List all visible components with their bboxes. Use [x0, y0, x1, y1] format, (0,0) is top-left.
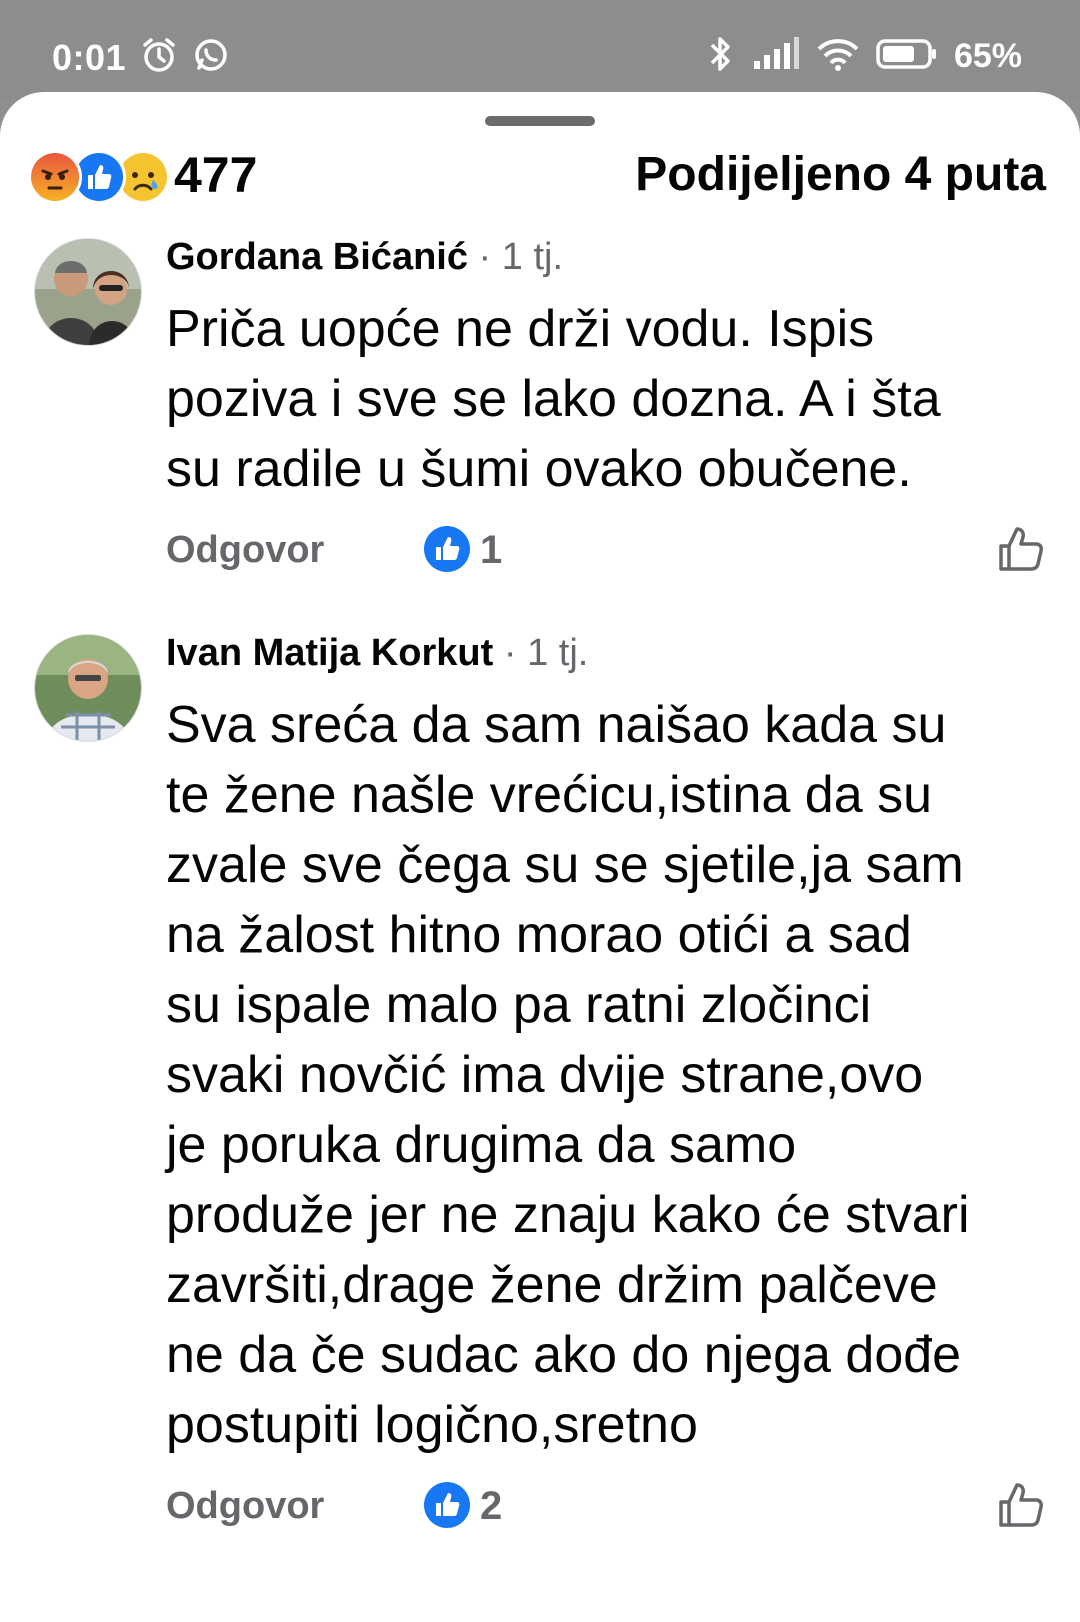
comment-time[interactable]: · 1 tj. [493, 632, 588, 674]
reply-button[interactable]: Odgovor [166, 1476, 324, 1536]
reactions-summary: 477 Podijeljeno 4 puta [28, 144, 1046, 214]
wifi-icon [816, 37, 860, 76]
comment-actions: Odgovor 1 [166, 520, 1046, 580]
comment-line: svaki novčić ima dvije strane,ovo [166, 1046, 924, 1104]
comment-time[interactable]: · 1 tj. [468, 236, 563, 278]
author-name[interactable]: Ivan Matija Korkut [166, 632, 493, 674]
avatar[interactable] [34, 634, 142, 742]
comment-text: Sva sreća da sam naišao kada su te žene … [166, 690, 1046, 1460]
comment-line: zvale sve čega su se sjetile,ja sam [166, 836, 964, 894]
comment-text: Priča uopće ne drži vodu. Ispis poziva i… [166, 294, 1046, 504]
like-count[interactable]: 1 [480, 520, 502, 580]
battery-percent: 65% [953, 37, 1022, 75]
comment-line: postupiti logično,sretno [166, 1396, 698, 1454]
battery-icon [876, 38, 938, 75]
thumbs-up-icon[interactable] [996, 1480, 1046, 1530]
reaction-count[interactable]: 477 [174, 144, 257, 206]
comment: Ivan Matija Korkut · 1 tj. Sva sreća da … [0, 632, 1080, 1614]
alarm-icon [140, 36, 178, 79]
reply-button[interactable]: Odgovor [166, 520, 324, 580]
bluetooth-icon [706, 34, 736, 79]
comment-actions: Odgovor 2 [166, 1476, 1046, 1536]
comment-line: poziva i sve se lako dozna. A i šta [166, 370, 941, 428]
reactions-group[interactable] [28, 150, 170, 204]
share-count[interactable]: Podijeljeno 4 puta [635, 144, 1046, 206]
status-right: 65% [706, 34, 1022, 79]
comment-header: Gordana Bićanić · 1 tj. [166, 232, 563, 282]
status-time: 0:01 [52, 36, 127, 78]
whatsapp-icon [192, 36, 230, 79]
angry-reaction-icon [28, 150, 82, 204]
signal-icon [752, 37, 800, 76]
comment-header: Ivan Matija Korkut · 1 tj. [166, 628, 588, 678]
comments-sheet: 477 Podijeljeno 4 puta Gordana Bićanić ·… [0, 92, 1080, 1622]
comment-line: produže jer ne znaju kako će stvari [166, 1186, 970, 1244]
like-reaction-icon[interactable] [424, 1482, 470, 1528]
thumbs-up-icon[interactable] [996, 524, 1046, 574]
drag-handle[interactable] [485, 116, 595, 126]
like-reaction-icon[interactable] [424, 526, 470, 572]
comment-line: su ispale malo pa ratni zločinci [166, 976, 872, 1034]
comment-line: na žalost hitno morao otići a sad [166, 906, 912, 964]
avatar[interactable] [34, 238, 142, 346]
like-count[interactable]: 2 [480, 1476, 502, 1536]
comment-line: Priča uopće ne drži vodu. Ispis [166, 300, 875, 358]
comment-line: je poruka drugima da samo [166, 1116, 797, 1174]
comment: Gordana Bićanić · 1 tj. Priča uopće ne d… [0, 236, 1080, 598]
comment-line: završiti,drage žene držim palčeve [166, 1256, 938, 1314]
author-name[interactable]: Gordana Bićanić [166, 236, 468, 278]
comment-line: su radile u šumi ovako obučene. [166, 440, 912, 498]
comment-line: Sva sreća da sam naišao kada su [166, 696, 947, 754]
comment-line: ne da če sudac ako do njega dođe [166, 1326, 962, 1384]
status-left: 0:01 [52, 36, 230, 79]
status-bar: 0:01 65% [0, 0, 1080, 100]
comment-line: te žene našle vrećicu,istina da su [166, 766, 932, 824]
